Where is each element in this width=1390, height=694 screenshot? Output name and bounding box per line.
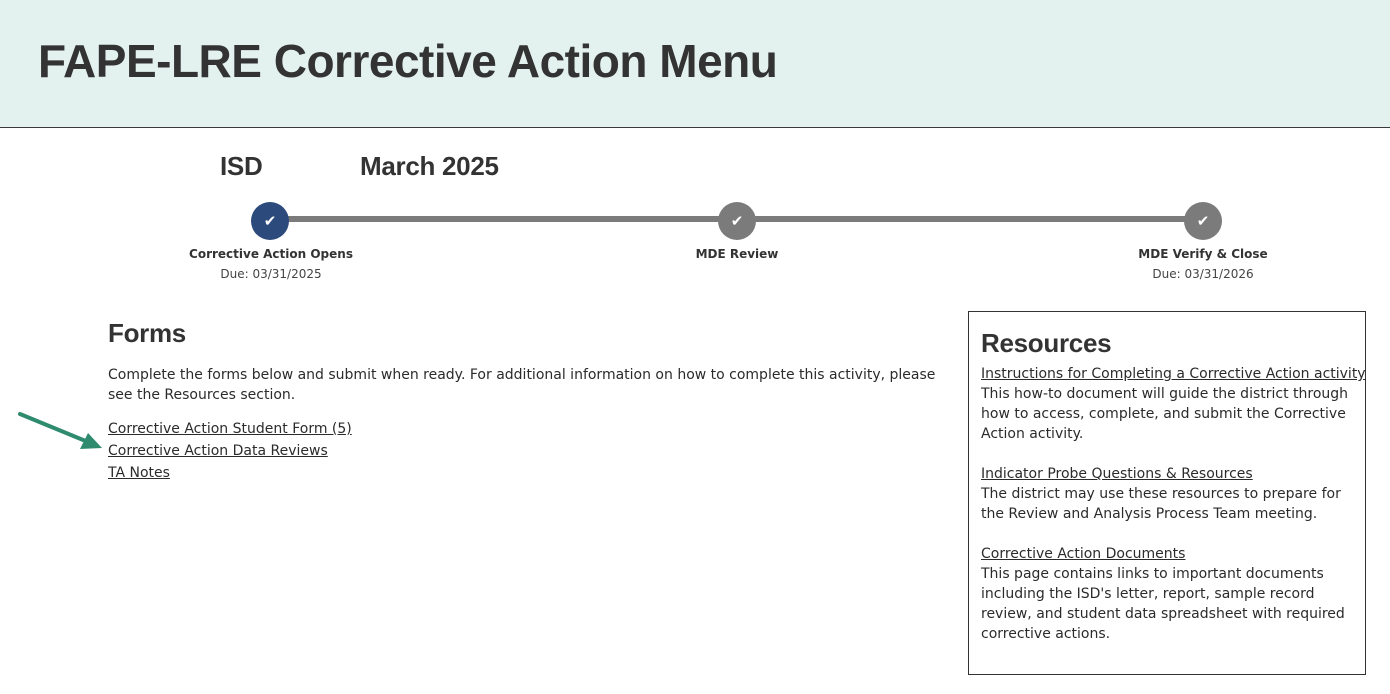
- forms-heading: Forms: [108, 318, 186, 348]
- page-title: FAPE-LRE Corrective Action Menu: [38, 35, 778, 87]
- resource-item: Instructions for Completing a Corrective…: [981, 364, 1366, 444]
- check-icon: ✔: [263, 211, 277, 230]
- step-due-verify-close: Due: 03/31/2026: [1152, 267, 1254, 281]
- resource-item: Corrective Action Documents This page co…: [981, 544, 1361, 644]
- step-label-opens: Corrective Action Opens: [189, 247, 353, 261]
- step-label-verify-close: MDE Verify & Close: [1138, 247, 1268, 261]
- forms-description: Complete the forms below and submit when…: [108, 367, 936, 403]
- form-link-student-form[interactable]: Corrective Action Student Form (5): [108, 421, 352, 437]
- resources-panel: Resources Instructions for Completing a …: [968, 311, 1366, 675]
- page: FAPE-LRE Corrective Action Menu ISD Marc…: [0, 0, 1390, 694]
- resource-link-instructions[interactable]: Instructions for Completing a Corrective…: [981, 364, 1366, 384]
- page-header: FAPE-LRE Corrective Action Menu: [0, 0, 1390, 128]
- step-circle-opens[interactable]: ✔: [251, 202, 289, 240]
- resource-description: The district may use these resources to …: [981, 486, 1341, 522]
- resources-heading: Resources: [981, 328, 1112, 358]
- step-circle-mde-review[interactable]: ✔: [718, 202, 756, 240]
- check-icon: ✔: [1196, 211, 1210, 230]
- step-circle-verify-close[interactable]: ✔: [1184, 202, 1222, 240]
- resource-description: This how-to document will guide the dist…: [981, 386, 1349, 442]
- check-icon: ✔: [730, 211, 744, 230]
- resource-link-documents[interactable]: Corrective Action Documents: [981, 544, 1361, 564]
- step-due-opens: Due: 03/31/2025: [220, 267, 322, 281]
- resource-description: This page contains links to important do…: [981, 566, 1345, 642]
- form-link-data-reviews[interactable]: Corrective Action Data Reviews: [108, 443, 328, 459]
- step-label-mde-review: MDE Review: [695, 247, 779, 261]
- period-label: March 2025: [360, 151, 499, 181]
- form-link-ta-notes[interactable]: TA Notes: [108, 465, 170, 481]
- resource-link-probe-questions[interactable]: Indicator Probe Questions & Resources: [981, 464, 1361, 484]
- resource-item: Indicator Probe Questions & Resources Th…: [981, 464, 1361, 524]
- pointer-arrow-icon: [18, 412, 102, 449]
- org-label: ISD: [220, 151, 263, 181]
